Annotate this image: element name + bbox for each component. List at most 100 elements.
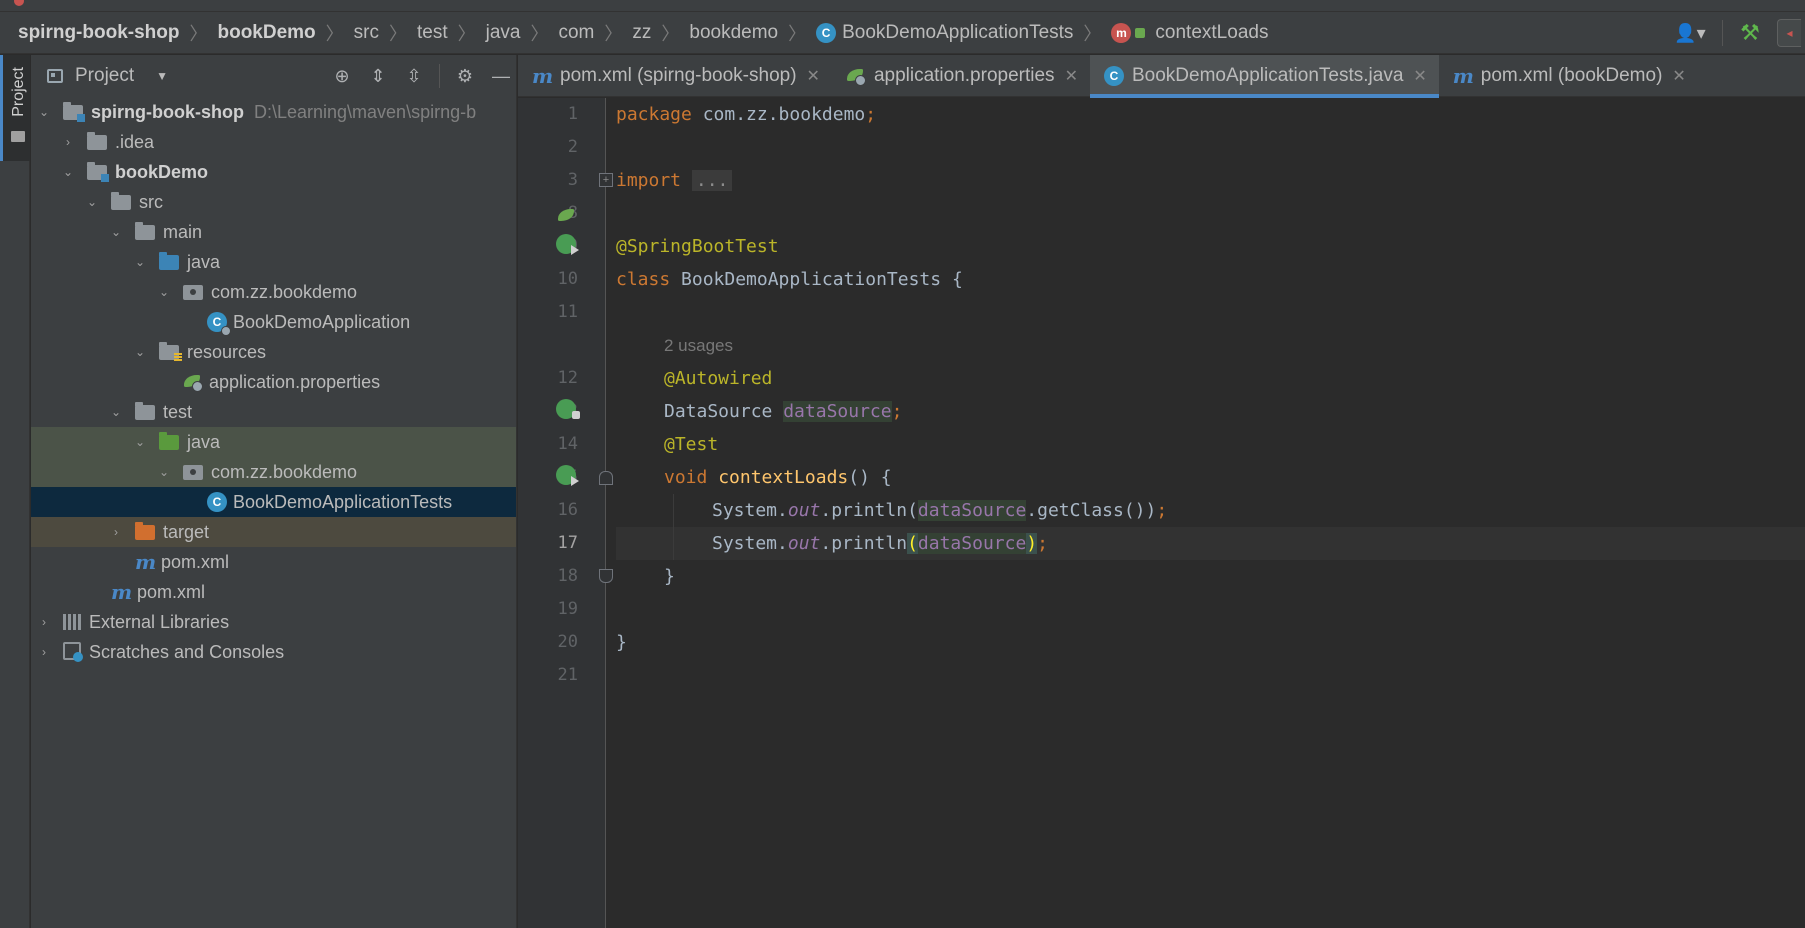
fold-collapse-icon[interactable] — [599, 569, 613, 583]
code-line-10: class BookDemoApplicationTests { — [616, 269, 963, 290]
chevron-down-icon[interactable]: ⌄ — [133, 255, 147, 269]
tab-pom-bookdemo[interactable]: m pom.xml (bookDemo) ✕ — [1439, 55, 1698, 97]
fold-collapse-icon[interactable] — [599, 471, 613, 485]
tree-item-label: application.properties — [209, 371, 381, 392]
breadcrumb-java[interactable]: java — [486, 22, 521, 44]
tab-label: application.properties — [873, 65, 1055, 86]
chevron-down-icon[interactable]: ⌄ — [157, 465, 171, 479]
tab-label: pom.xml (bookDemo) — [1480, 65, 1663, 86]
chevron-down-icon[interactable]: ⌄ — [61, 165, 75, 179]
breadcrumb-bookdemo[interactable]: bookdemo — [689, 22, 778, 44]
tree-item-resources[interactable]: ⌄ resources — [31, 337, 516, 367]
tree-item-bookdemoapplicationtests[interactable]: › C BookDemoApplicationTests — [31, 487, 516, 517]
navigate-bean-icon[interactable] — [556, 399, 580, 419]
breadcrumb-method[interactable]: contextLoads — [1155, 22, 1268, 44]
usages-hint[interactable]: 2 usages — [664, 329, 733, 362]
hide-panel-icon[interactable]: — — [490, 65, 512, 87]
run-config-combo[interactable]: ◂ — [1777, 19, 1801, 47]
tree-item-main-package[interactable]: ⌄ com.zz.bookdemo — [31, 277, 516, 307]
library-icon — [63, 614, 83, 630]
tree-item-main[interactable]: ⌄ main — [31, 217, 516, 247]
chevron-down-icon[interactable]: ⌄ — [109, 405, 123, 419]
breadcrumb-src[interactable]: src — [354, 22, 379, 44]
chevron-down-icon[interactable]: ⌄ — [109, 225, 123, 239]
chevron-right-icon[interactable]: › — [37, 615, 51, 629]
tab-label: BookDemoApplicationTests.java — [1131, 65, 1404, 86]
run-test-icon[interactable] — [556, 234, 579, 255]
collapse-all-icon[interactable]: ⇳ — [403, 65, 425, 87]
dropdown-caret-icon[interactable]: ▼ — [156, 69, 168, 83]
breadcrumb-test[interactable]: test — [417, 22, 448, 44]
breadcrumb-class[interactable]: BookDemoApplicationTests — [842, 22, 1073, 44]
chevron-right-icon: 〉 — [661, 23, 680, 44]
tab-application-properties[interactable]: application.properties ✕ — [832, 55, 1090, 97]
tree-item-label: Scratches and Consoles — [89, 641, 285, 662]
tree-item-target[interactable]: › target — [31, 517, 516, 547]
tab-bookdemoapplicationtests[interactable]: C BookDemoApplicationTests.java ✕ — [1089, 55, 1439, 98]
resources-folder-icon — [159, 341, 182, 362]
code-area[interactable]: package com.zz.bookdemo; import ... @Spr… — [616, 98, 1805, 928]
maven-icon: m — [135, 550, 157, 574]
tree-item-label: pom.xml — [161, 551, 230, 572]
chevron-right-icon[interactable]: › — [61, 135, 75, 149]
tree-item-src[interactable]: ⌄ src — [31, 187, 516, 217]
chevron-down-icon[interactable]: ⌄ — [133, 435, 147, 449]
chevron-right-icon[interactable]: › — [109, 525, 123, 539]
chevron-down-icon[interactable]: ⌄ — [37, 105, 51, 119]
chevron-right-icon: 〉 — [457, 23, 476, 44]
chevron-right-icon[interactable]: › — [37, 645, 51, 659]
tree-item-label: resources — [187, 341, 267, 362]
expand-all-icon[interactable]: ⇕ — [367, 65, 389, 87]
fold-expand-icon[interactable]: + — [599, 173, 613, 187]
code-editor[interactable]: 1 2 3 8 9 10 11 12 13 14 15 16 17 18 19 … — [518, 98, 1805, 928]
tree-item-root-pom[interactable]: › m pom.xml — [31, 577, 516, 607]
chevron-down-icon[interactable]: ⌄ — [85, 195, 99, 209]
tree-item-bookdemo[interactable]: ⌄ bookDemo — [31, 157, 516, 187]
project-panel: Project ▼ ⊕ ⇕ ⇳ ⚙ — ⌄ spirng-book-shop D… — [31, 55, 517, 928]
user-dropdown-icon[interactable]: 👤▾ — [1672, 21, 1708, 45]
tree-item-bookdemoapplication[interactable]: › C BookDemoApplication — [31, 307, 516, 337]
indent-guide — [673, 494, 674, 560]
tree-item-application-properties[interactable]: › application.properties — [31, 367, 516, 397]
breadcrumb-zz[interactable]: zz — [632, 22, 651, 44]
line-number: 17 — [557, 533, 578, 553]
breadcrumb-project[interactable]: spirng-book-shop — [18, 22, 179, 44]
chevron-right-icon: 〉 — [389, 23, 407, 44]
project-tree: ⌄ spirng-book-shop D:\Learning\maven\spi… — [31, 97, 516, 667]
tree-item-path: D:\Learning\maven\spirng-b — [253, 101, 477, 122]
tree-item-test-java[interactable]: ⌄ java — [31, 427, 516, 457]
build-hammer-icon[interactable]: ⚒ — [1737, 20, 1763, 45]
chevron-down-icon[interactable]: ⌄ — [157, 285, 171, 299]
tree-item-project-root[interactable]: ⌄ spirng-book-shop D:\Learning\maven\spi… — [31, 97, 516, 127]
locate-file-icon[interactable]: ⊕ — [331, 65, 353, 87]
project-tool-button[interactable]: Project — [0, 55, 30, 161]
left-tool-strip: Project — [0, 55, 30, 928]
breadcrumb-module[interactable]: bookDemo — [217, 22, 315, 44]
class-icon: C — [816, 22, 837, 43]
gear-icon[interactable]: ⚙ — [454, 65, 476, 87]
chevron-down-icon[interactable]: ⌄ — [133, 345, 147, 359]
code-line-12: @Autowired — [664, 368, 773, 389]
maven-icon: m — [532, 64, 554, 88]
spring-context-icon[interactable] — [556, 206, 576, 226]
close-icon[interactable]: ✕ — [1413, 66, 1426, 86]
folded-imports[interactable]: ... — [691, 170, 733, 191]
project-panel-header: Project ▼ ⊕ ⇕ ⇳ ⚙ — — [31, 55, 516, 97]
class-icon: C — [1103, 66, 1124, 86]
tree-item-external-libraries[interactable]: › External Libraries — [31, 607, 516, 637]
breadcrumb-com[interactable]: com — [558, 22, 594, 44]
tree-item-scratches[interactable]: › Scratches and Consoles — [31, 637, 516, 667]
tab-pom-root[interactable]: m pom.xml (spirng-book-shop) ✕ — [518, 55, 832, 97]
tree-item-test[interactable]: ⌄ test — [31, 397, 516, 427]
close-icon[interactable]: ✕ — [807, 66, 820, 86]
close-icon[interactable]: ✕ — [1672, 66, 1685, 86]
tree-item-test-package[interactable]: ⌄ com.zz.bookdemo — [31, 457, 516, 487]
project-view-selector[interactable]: Project — [75, 65, 134, 87]
tree-item-idea[interactable]: › .idea — [31, 127, 516, 157]
run-test-icon[interactable] — [556, 465, 579, 486]
close-icon[interactable]: ✕ — [1065, 66, 1078, 86]
tree-item-main-java[interactable]: ⌄ java — [31, 247, 516, 277]
tree-item-label: main — [163, 221, 203, 242]
tree-item-module-pom[interactable]: › m pom.xml — [31, 547, 516, 577]
tree-item-label: pom.xml — [137, 581, 206, 602]
